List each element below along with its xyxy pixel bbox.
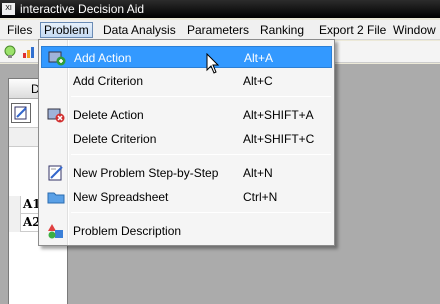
menu-item-label: New Spreadsheet: [73, 190, 169, 204]
menu-parameters[interactable]: Parameters: [184, 22, 252, 38]
window-title: interactive Decision Aid: [20, 2, 145, 16]
menu-item-shortcut: Alt+C: [243, 74, 273, 88]
menu-item-add-criterion[interactable]: Add Criterion Alt+C: [41, 70, 332, 92]
menu-item-label: Problem Description: [73, 224, 182, 238]
menu-item-label: Delete Action: [73, 108, 144, 122]
title-bar: XI interactive Decision Aid: [0, 0, 440, 18]
menu-item-label: Delete Criterion: [73, 132, 157, 146]
menu-item-new-problem[interactable]: New Problem Step-by-Step Alt+N: [41, 162, 332, 184]
menu-item-add-action[interactable]: Add Action Alt+A: [41, 46, 332, 68]
app-icon: XI: [2, 3, 15, 15]
menu-separator: [71, 96, 331, 97]
folder-icon: [47, 192, 65, 204]
menu-bar: Files Problem Data Analysis Parameters R…: [0, 20, 440, 40]
menu-problem[interactable]: Problem: [40, 22, 93, 38]
menu-files[interactable]: Files: [4, 22, 35, 38]
menu-item-shortcut: Alt+A: [244, 51, 274, 65]
bar-chart-icon[interactable]: [22, 45, 36, 59]
menu-separator: [71, 212, 331, 213]
new-problem-icon: [48, 165, 63, 181]
shapes-icon: [48, 224, 63, 239]
menu-data-analysis[interactable]: Data Analysis: [100, 22, 179, 38]
row-header: [9, 196, 21, 214]
menu-window[interactable]: Window: [390, 22, 439, 38]
row-header: [9, 214, 21, 232]
menu-export-2-file[interactable]: Export 2 File: [316, 22, 389, 38]
menu-item-label: Add Action: [74, 51, 132, 65]
menu-item-label: New Problem Step-by-Step: [73, 166, 219, 180]
menu-item-delete-action[interactable]: Delete Action Alt+SHIFT+A: [41, 104, 332, 126]
delete-action-icon: [47, 108, 65, 123]
add-action-icon: [48, 51, 66, 66]
menu-item-shortcut: Ctrl+N: [243, 190, 278, 204]
menu-item-label: Add Criterion: [73, 74, 144, 88]
menu-ranking[interactable]: Ranking: [257, 22, 307, 38]
problem-menu-dropdown: Add Action Alt+A Add Criterion Alt+C Del…: [38, 39, 335, 246]
menu-item-shortcut: Alt+N: [243, 166, 273, 180]
menu-item-delete-criterion[interactable]: Delete Criterion Alt+SHIFT+C: [41, 128, 332, 150]
menu-item-shortcut: Alt+SHIFT+C: [243, 132, 315, 146]
menu-item-new-spreadsheet[interactable]: New Spreadsheet Ctrl+N: [41, 186, 332, 208]
mouse-cursor-icon: [206, 53, 220, 74]
edit-tool-icon[interactable]: [11, 103, 31, 123]
menu-item-problem-description[interactable]: Problem Description: [41, 220, 332, 242]
menu-separator: [71, 154, 331, 155]
menu-item-shortcut: Alt+SHIFT+A: [243, 108, 314, 122]
lightbulb-icon[interactable]: [3, 45, 17, 59]
